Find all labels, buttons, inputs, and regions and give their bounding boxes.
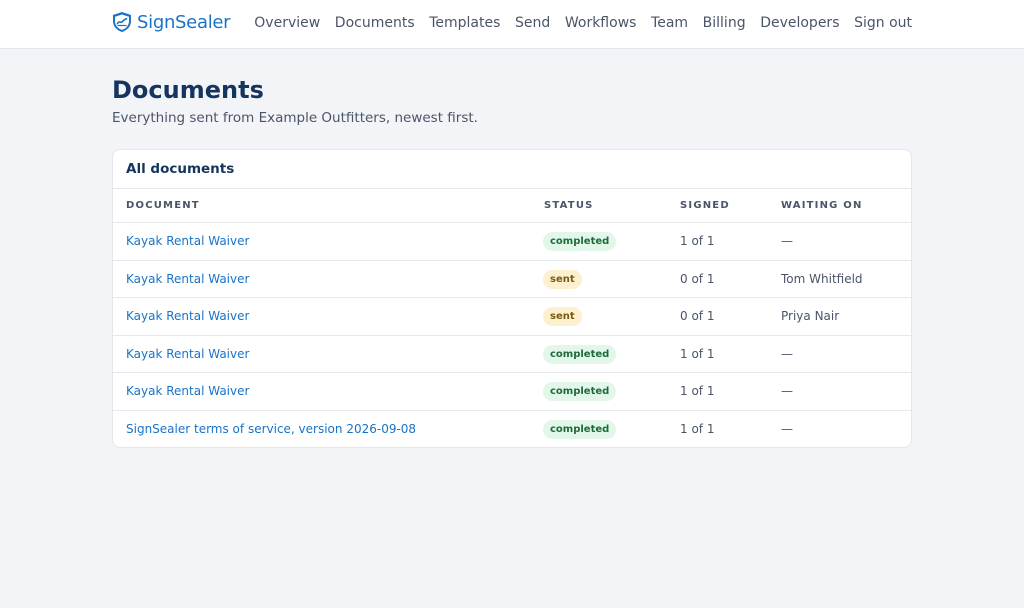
waiting-on: — <box>781 421 793 436</box>
signed-count: 1 of 1 <box>680 234 715 248</box>
column-header-waiting-on: WAITING ON <box>781 200 863 211</box>
column-header-document: DOCUMENT <box>126 200 200 211</box>
status-badge: sent <box>543 269 582 289</box>
table-row: Kayak Rental Waiver sent 0 of 1 Tom Whit… <box>113 261 911 298</box>
table-row: Kayak Rental Waiver completed 1 of 1 — <box>113 373 911 411</box>
brand-name: SignSealer <box>137 11 231 33</box>
document-link[interactable]: Kayak Rental Waiver <box>126 384 249 398</box>
column-header-status: STATUS <box>544 200 594 211</box>
waiting-on: Priya Nair <box>781 309 840 323</box>
signed-count: 0 of 1 <box>680 271 715 286</box>
signed-count: 1 of 1 <box>680 384 715 398</box>
signed-count: 1 of 1 <box>680 346 715 361</box>
page-subtitle: Everything sent from Example Outfitters,… <box>112 110 478 126</box>
nav-item-overview[interactable]: Overview <box>254 15 320 32</box>
status-badge: completed <box>543 344 617 364</box>
waiting-on: — <box>781 234 793 248</box>
table-header: DOCUMENT STATUS SIGNED WAITING ON <box>113 189 911 223</box>
nav-item-templates[interactable]: Templates <box>429 15 500 32</box>
nav-item-workflows[interactable]: Workflows <box>565 15 637 32</box>
document-link[interactable]: SignSealer terms of service, version 202… <box>126 422 416 436</box>
document-link[interactable]: Kayak Rental Waiver <box>126 272 249 286</box>
status-badge: completed <box>543 382 617 401</box>
shield-logo-icon <box>113 12 131 32</box>
document-link[interactable]: Kayak Rental Waiver <box>126 309 249 323</box>
table-row: Kayak Rental Waiver completed 1 of 1 — <box>113 223 911 261</box>
waiting-on: — <box>781 384 793 398</box>
card-title: All documents <box>113 150 911 189</box>
top-navigation-bar: SignSealer Overview Documents Templates … <box>0 0 1024 49</box>
brand-logo[interactable]: SignSealer <box>111 10 231 34</box>
waiting-on: Tom Whitfield <box>781 271 863 286</box>
document-link[interactable]: Kayak Rental Waiver <box>126 234 249 248</box>
nav-item-billing[interactable]: Billing <box>703 15 746 32</box>
table-row: Kayak Rental Waiver sent 0 of 1 Priya Na… <box>113 298 911 336</box>
status-badge: completed <box>543 232 617 251</box>
column-header-signed: SIGNED <box>680 200 730 211</box>
signed-count: 0 of 1 <box>680 309 715 323</box>
table-row: SignSealer terms of service, version 202… <box>113 411 911 448</box>
documents-card: All documents DOCUMENT STATUS SIGNED WAI… <box>112 149 912 448</box>
signed-count: 1 of 1 <box>680 421 715 436</box>
nav-item-developers[interactable]: Developers <box>760 15 839 32</box>
nav-item-sign-out[interactable]: Sign out <box>854 15 912 32</box>
nav-item-documents[interactable]: Documents <box>335 15 415 32</box>
main-nav: Overview Documents Templates Send Workfl… <box>254 15 912 32</box>
status-badge: completed <box>543 419 617 439</box>
nav-item-send[interactable]: Send <box>515 15 550 32</box>
document-link[interactable]: Kayak Rental Waiver <box>126 347 249 361</box>
page-title: Documents <box>112 76 264 104</box>
table-row: Kayak Rental Waiver completed 1 of 1 — <box>113 336 911 373</box>
waiting-on: — <box>781 346 793 361</box>
status-badge: sent <box>543 307 582 326</box>
nav-item-team[interactable]: Team <box>651 15 688 32</box>
